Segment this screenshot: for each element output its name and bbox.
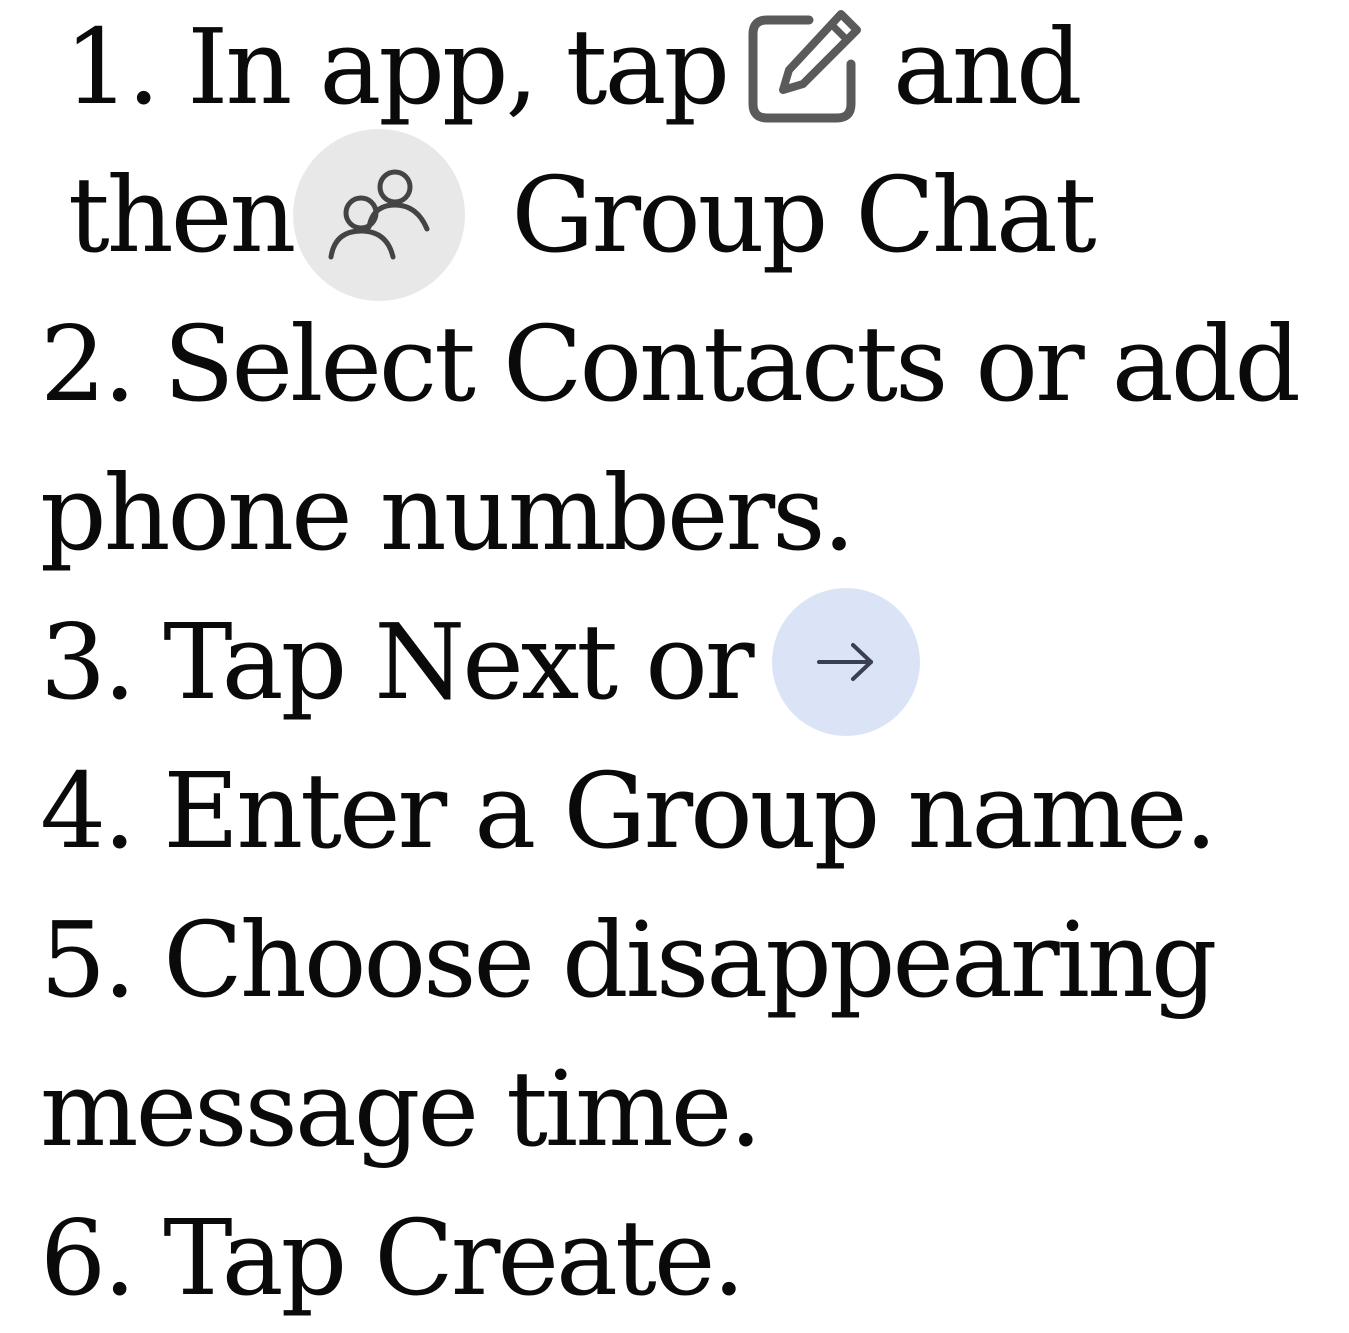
step-1-text-group-chat: Group Chat — [511, 154, 1096, 276]
step-1-text-start: 1. In app, tap — [64, 6, 730, 128]
step-2-line-2: phone numbers. — [40, 438, 856, 588]
step-1-text-and: and — [893, 6, 1083, 128]
step-3-text: 3. Tap Next or — [40, 601, 755, 723]
step-1-line-2: then Group Chat — [68, 129, 1097, 301]
step-3-line: 3. Tap Next or — [40, 587, 920, 737]
step-5-line-1: 5. Choose disappearing — [40, 885, 1217, 1035]
step-4-line: 4. Enter a Group name. — [40, 736, 1218, 886]
compose-pencil-icon — [745, 6, 867, 128]
step-5-text-a: 5. Choose disappearing — [40, 899, 1217, 1021]
step-2-text-a: 2. Select Contacts or add — [40, 303, 1301, 425]
step-2-line-1: 2. Select Contacts or add — [40, 289, 1301, 439]
step-1-line-1: 1. In app, tap and — [64, 0, 1083, 142]
step-2-text-b: phone numbers. — [40, 452, 856, 574]
group-people-icon — [293, 129, 466, 301]
step-5-line-2: message time. — [40, 1034, 762, 1184]
step-4-text: 4. Enter a Group name. — [40, 750, 1218, 872]
step-1-text-then: then — [68, 154, 296, 276]
arrow-right-icon — [771, 588, 920, 736]
step-5-text-b: message time. — [40, 1048, 762, 1170]
step-6-text: 6. Tap Create. — [40, 1197, 745, 1319]
step-6-line: 6. Tap Create. — [40, 1183, 745, 1333]
